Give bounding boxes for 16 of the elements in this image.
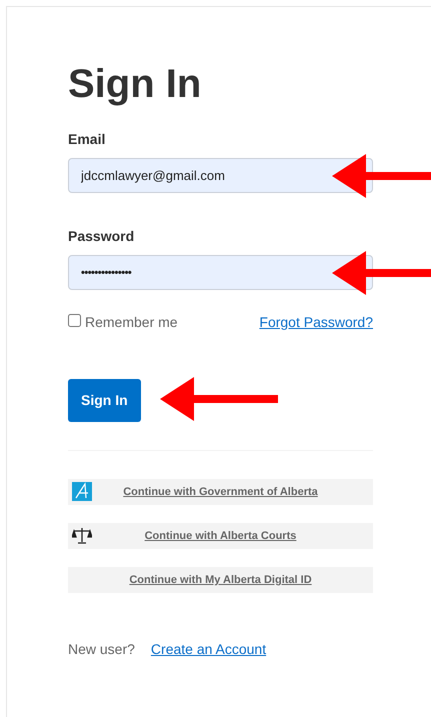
field-label: Password (68, 227, 134, 246)
checkbox-label: Remember me (85, 313, 178, 332)
footer-text: New user? (68, 640, 135, 659)
password-field[interactable]: ••••••••••••••• (68, 255, 373, 290)
provider-button[interactable]: Continue with My Alberta Digital ID (68, 567, 373, 593)
logo-icon (72, 482, 92, 501)
provider-button[interactable]: Continue with Government of Alberta (68, 479, 373, 505)
forgot-password-link[interactable]: Forgot Password? (259, 312, 373, 333)
field-label: Email (68, 130, 106, 149)
provider-button[interactable]: Continue with Alberta Courts (68, 523, 373, 549)
create-account-link[interactable]: Create an Account (150, 639, 266, 660)
sign-in-button[interactable]: Sign In (68, 379, 141, 422)
scales-icon (72, 527, 92, 545)
page-title: Sign In (68, 62, 202, 106)
remember-checkbox[interactable] (68, 314, 81, 327)
email-field[interactable]: jdccmlawyer@gmail.com (68, 158, 373, 193)
